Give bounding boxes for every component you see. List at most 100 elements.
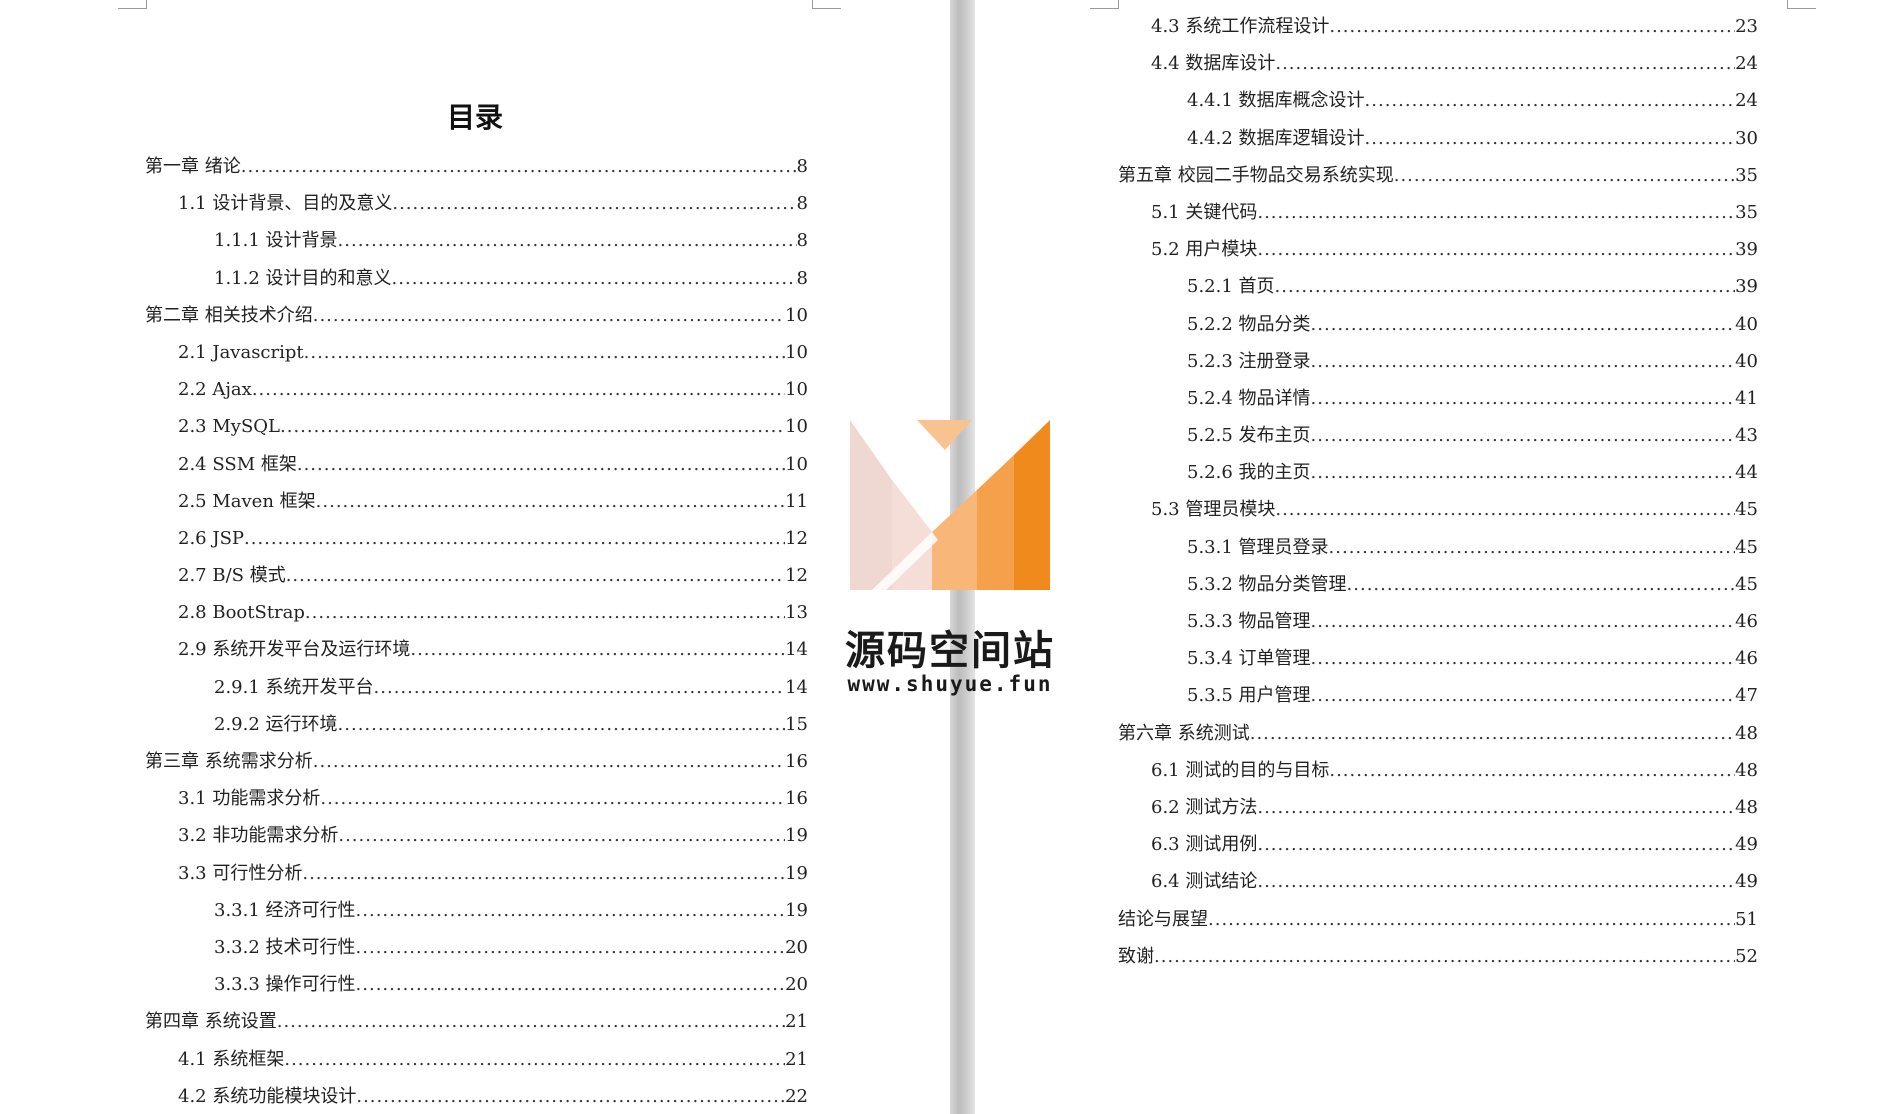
toc-entry[interactable]: 3.3.2 技术可行性 20 xyxy=(145,929,808,966)
toc-entry-page-number: 8 xyxy=(796,156,808,177)
toc-entry[interactable]: 5.2.1 首页 39 xyxy=(1118,268,1758,305)
logo-shape-top-triangle xyxy=(917,420,972,450)
toc-entry[interactable]: 3.3 可行性分析 19 xyxy=(145,855,808,892)
toc-entry[interactable]: 结论与展望 51 xyxy=(1118,901,1758,938)
toc-entry[interactable]: 2.1 Javascript 10 xyxy=(145,334,808,371)
toc-entry-label: 致谢 xyxy=(1118,945,1154,967)
toc-entry[interactable]: 第一章 绪论 8 xyxy=(145,148,808,185)
toc-entry[interactable]: 4.3 系统工作流程设计 23 xyxy=(1118,8,1758,45)
toc-entry[interactable]: 1.1.1 设计背景 8 xyxy=(145,222,808,259)
toc-entry-page-number: 13 xyxy=(785,602,808,624)
logo-shape-bar-3 xyxy=(977,455,1014,590)
toc-leader-dots xyxy=(241,148,797,185)
toc-entry[interactable]: 4.4.2 数据库逻辑设计 30 xyxy=(1118,120,1758,157)
toc-leader-dots xyxy=(1257,863,1735,900)
toc-entry[interactable]: 4.2 系统功能模块设计 22 xyxy=(145,1078,808,1114)
toc-entry-label: 4.1 系统框架 xyxy=(178,1048,285,1070)
toc-entry[interactable]: 2.9.2 运行环境 15 xyxy=(145,706,808,743)
toc-leader-dots xyxy=(1154,938,1735,975)
toc-entry-label: 1.1 设计背景、目的及意义 xyxy=(178,193,393,215)
toc-leader-dots xyxy=(1208,901,1735,938)
toc-entry[interactable]: 6.3 测试用例 49 xyxy=(1118,826,1758,863)
toc-entry[interactable]: 2.8 BootStrap 13 xyxy=(145,594,808,631)
toc-entry-page-number: 20 xyxy=(785,936,808,958)
toc-entry-page-number: 47 xyxy=(1735,685,1758,707)
toc-entry-page-number: 20 xyxy=(785,974,808,996)
toc-leader-dots xyxy=(1394,157,1735,194)
toc-entry[interactable]: 5.3 管理员模块 45 xyxy=(1118,491,1758,528)
toc-entry-label: 5.2.6 我的主页 xyxy=(1187,462,1311,484)
toc-entry[interactable]: 6.1 测试的目的与目标 48 xyxy=(1118,752,1758,789)
toc-entry-page-number: 40 xyxy=(1735,350,1758,372)
toc-leader-dots xyxy=(410,631,785,668)
toc-entry-label: 第一章 绪论 xyxy=(145,156,241,177)
toc-entry-label: 第三章 系统需求分析 xyxy=(145,751,313,772)
toc-entry[interactable]: 2.3 MySQL 10 xyxy=(145,408,808,445)
toc-leader-dots xyxy=(252,371,785,408)
toc-entry-label: 4.4.1 数据库概念设计 xyxy=(1187,90,1365,112)
toc-entry[interactable]: 第五章 校园二手物品交易系统实现 35 xyxy=(1118,157,1758,194)
toc-entry-label: 2.1 Javascript xyxy=(178,341,304,363)
toc-leader-dots xyxy=(1257,231,1735,268)
toc-entry-page-number: 24 xyxy=(1735,53,1758,75)
toc-entry[interactable]: 5.2.5 发布主页 43 xyxy=(1118,417,1758,454)
toc-leader-dots xyxy=(1311,343,1736,380)
toc-entry[interactable]: 1.1.2 设计目的和意义 8 xyxy=(145,260,808,297)
toc-entry-label: 2.9.1 系统开发平台 xyxy=(214,676,374,698)
toc-entry[interactable]: 5.1 关键代码 35 xyxy=(1118,194,1758,231)
toc-title: 目录 xyxy=(446,101,503,134)
toc-entry-page-number: 43 xyxy=(1735,425,1758,447)
toc-entry[interactable]: 5.2.3 注册登录 40 xyxy=(1118,343,1758,380)
toc-entry[interactable]: 5.3.5 用户管理 47 xyxy=(1118,677,1758,714)
toc-entry-label: 5.1 关键代码 xyxy=(1151,201,1258,223)
toc-entry-label: 3.3 可行性分析 xyxy=(178,862,303,884)
toc-entry[interactable]: 5.3.3 物品管理 46 xyxy=(1118,603,1758,640)
toc-entry[interactable]: 5.2.2 物品分类 40 xyxy=(1118,306,1758,343)
toc-entry[interactable]: 2.9.1 系统开发平台 14 xyxy=(145,669,808,706)
toc-entry[interactable]: 2.7 B/S 模式 12 xyxy=(145,557,808,594)
toc-leader-dots xyxy=(277,1003,785,1040)
toc-entry[interactable]: 4.1 系统框架 21 xyxy=(145,1041,808,1078)
toc-entry[interactable]: 5.3.2 物品分类管理 45 xyxy=(1118,566,1758,603)
toc-entry-page-number: 45 xyxy=(1735,536,1758,558)
toc-entry[interactable]: 2.6 JSP 12 xyxy=(145,520,808,557)
toc-entry-label: 2.4 SSM 框架 xyxy=(178,453,297,475)
toc-entry[interactable]: 2.2 Ajax 10 xyxy=(145,371,808,408)
toc-entry-page-number: 10 xyxy=(785,379,808,401)
toc-entry[interactable]: 5.2.4 物品详情 41 xyxy=(1118,380,1758,417)
toc-entry-page-number: 21 xyxy=(785,1011,808,1033)
watermark-url: www.shuyue.fun xyxy=(847,672,1053,696)
toc-entry-page-number: 51 xyxy=(1735,908,1758,930)
toc-entry[interactable]: 第六章 系统测试 48 xyxy=(1118,715,1758,752)
toc-leader-dots xyxy=(1311,306,1736,343)
logo-shape-bar-4 xyxy=(1014,420,1050,590)
toc-entry[interactable]: 第二章 相关技术介绍 10 xyxy=(145,297,808,334)
toc-entry[interactable]: 5.3.4 订单管理 46 xyxy=(1118,640,1758,677)
toc-entry-page-number: 16 xyxy=(785,751,808,772)
toc-entry-page-number: 12 xyxy=(785,565,808,587)
toc-entry[interactable]: 4.4 数据库设计 24 xyxy=(1118,45,1758,82)
toc-entry-label: 5.2.2 物品分类 xyxy=(1187,313,1311,335)
toc-entry[interactable]: 1.1 设计背景、目的及意义 8 xyxy=(145,185,808,222)
toc-entry[interactable]: 5.2.6 我的主页 44 xyxy=(1118,454,1758,491)
toc-entry[interactable]: 6.4 测试结论 49 xyxy=(1118,863,1758,900)
toc-entry-label: 1.1.2 设计目的和意义 xyxy=(214,267,392,289)
toc-entry-page-number: 41 xyxy=(1735,387,1758,409)
toc-entry-page-number: 52 xyxy=(1735,945,1758,967)
toc-entry[interactable]: 2.5 Maven 框架 11 xyxy=(145,483,808,520)
toc-entry[interactable]: 3.2 非功能需求分析 19 xyxy=(145,817,808,854)
toc-leader-dots xyxy=(244,520,785,557)
toc-entry[interactable]: 第三章 系统需求分析 16 xyxy=(145,743,808,780)
toc-entry[interactable]: 2.9 系统开发平台及运行环境 14 xyxy=(145,631,808,668)
toc-entry-page-number: 48 xyxy=(1735,722,1758,744)
toc-entry[interactable]: 4.4.1 数据库概念设计 24 xyxy=(1118,82,1758,119)
toc-entry[interactable]: 3.1 功能需求分析 16 xyxy=(145,780,808,817)
toc-entry[interactable]: 3.3.3 操作可行性 20 xyxy=(145,966,808,1003)
toc-entry[interactable]: 3.3.1 经济可行性 19 xyxy=(145,892,808,929)
toc-entry[interactable]: 致谢 52 xyxy=(1118,938,1758,975)
toc-entry[interactable]: 6.2 测试方法 48 xyxy=(1118,789,1758,826)
toc-entry[interactable]: 第四章 系统设置 21 xyxy=(145,1003,808,1040)
toc-entry[interactable]: 2.4 SSM 框架 10 xyxy=(145,446,808,483)
toc-entry[interactable]: 5.3.1 管理员登录 45 xyxy=(1118,529,1758,566)
toc-entry[interactable]: 5.2 用户模块 39 xyxy=(1118,231,1758,268)
